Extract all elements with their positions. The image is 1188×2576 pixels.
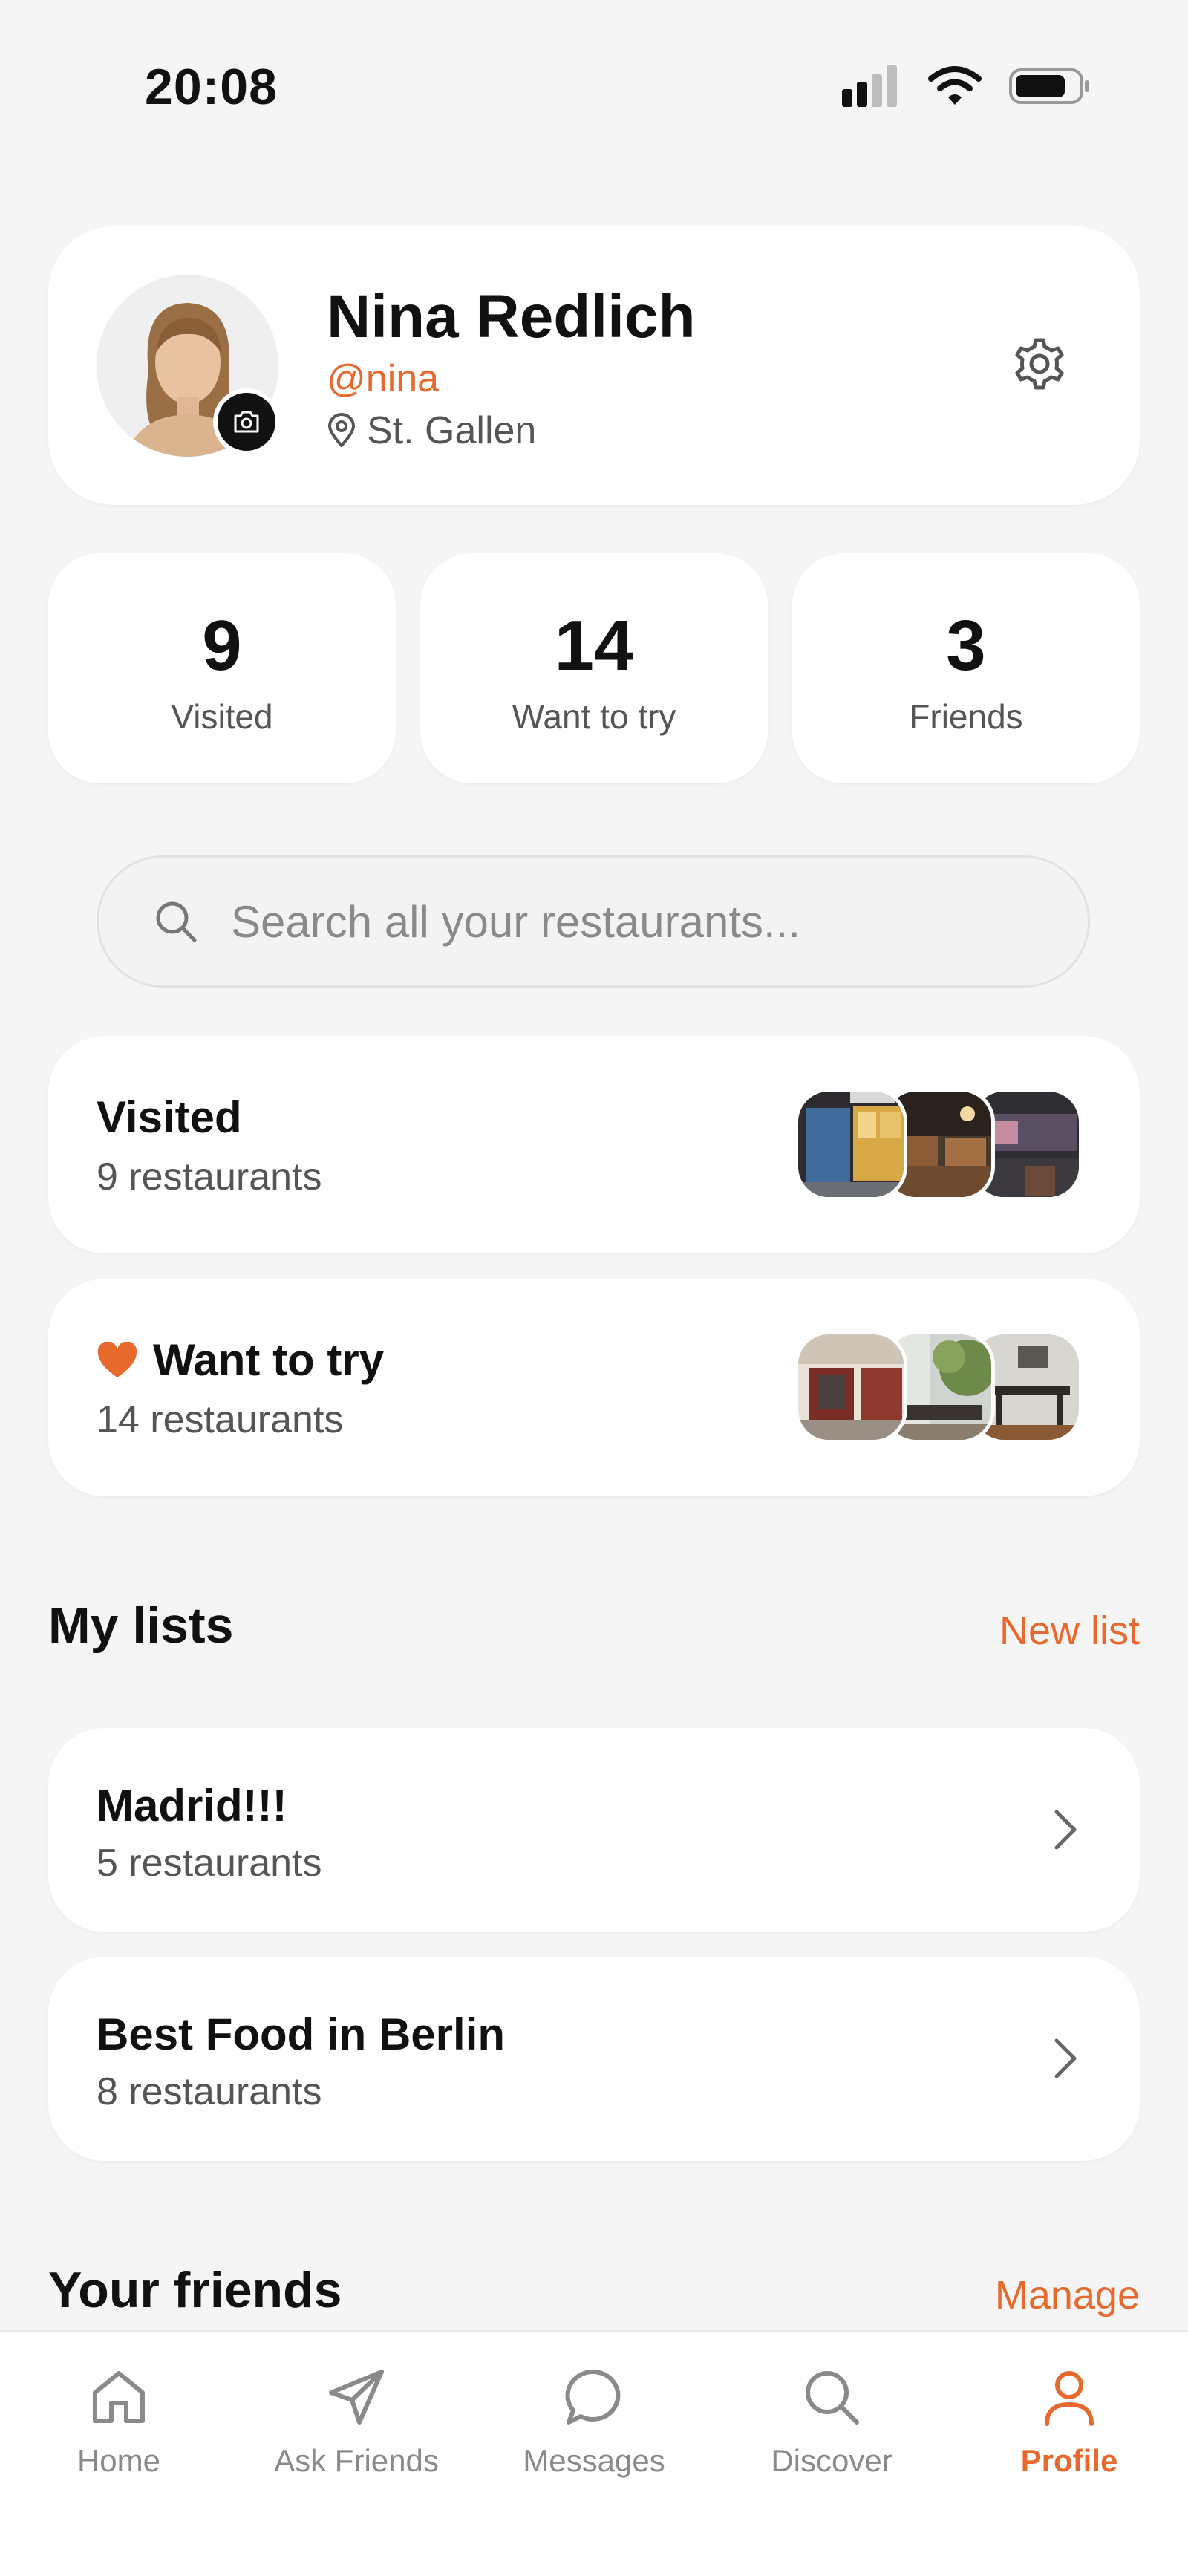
tab-bar: Home Ask Friends Messages Discover Profi…: [0, 2330, 1188, 2576]
status-icons: [842, 65, 1091, 107]
search-icon: [806, 2371, 859, 2425]
list-title: Madrid!!!: [97, 1781, 287, 1830]
collection-subtitle: 9 restaurants: [97, 1155, 322, 1199]
tab-label: Messages: [523, 2443, 665, 2478]
send-icon: [329, 2370, 384, 2425]
gear-icon: [1015, 338, 1064, 390]
stat-card-visited[interactable]: 9 Visited: [48, 553, 396, 783]
stat-label: Friends: [909, 697, 1023, 736]
thumbnail-stack: [794, 1088, 1084, 1201]
location-label: St. Gallen: [367, 409, 537, 452]
list-title: Best Food in Berlin: [97, 2009, 506, 2059]
tab-label: Profile: [1020, 2443, 1118, 2478]
settings-button[interactable]: [1010, 334, 1069, 394]
camera-icon[interactable]: [213, 388, 280, 455]
cellular-signal-icon: [842, 65, 897, 107]
search-bar[interactable]: [97, 855, 1090, 988]
your-friends-title: Your friends: [48, 2262, 342, 2318]
stat-value: 3: [946, 606, 986, 685]
collection-subtitle: 14 restaurants: [97, 1398, 344, 1441]
tab-label: Ask Friends: [274, 2443, 439, 2478]
stat-card-want-to-try[interactable]: 14 Want to try: [420, 553, 768, 783]
tab-label: Home: [76, 2443, 161, 2478]
search-icon: [156, 901, 197, 942]
list-subtitle: 8 restaurants: [97, 2070, 322, 2113]
visited-collection-card[interactable]: Visited 9 restaurants: [48, 1036, 1140, 1253]
my-lists-title: My lists: [48, 1597, 234, 1654]
stat-value: 9: [202, 606, 242, 685]
profile-card: Nina Redlich @nina St. Gallen: [48, 226, 1140, 505]
stat-label: Visited: [171, 697, 273, 736]
stat-label: Want to try: [512, 697, 676, 736]
search-input[interactable]: [229, 895, 1049, 948]
location-pin-icon: [328, 413, 355, 447]
chevron-right-icon: [1054, 2038, 1077, 2078]
restaurant-thumbnail: [794, 1088, 907, 1201]
wifi-icon: [928, 66, 982, 105]
new-list-button[interactable]: New list: [999, 1608, 1140, 1654]
heart-icon: [97, 1341, 137, 1377]
restaurant-thumbnail: [794, 1331, 907, 1444]
list-item-best-food-berlin[interactable]: Best Food in Berlin 8 restaurants: [48, 1957, 1140, 2161]
tab-profile[interactable]: Profile: [950, 2366, 1188, 2479]
status-bar: 20:08: [0, 0, 1188, 163]
home-icon: [93, 2371, 145, 2423]
collection-title: Want to try: [97, 1334, 384, 1386]
stat-value: 14: [554, 606, 634, 685]
collection-title: Visited: [97, 1092, 242, 1143]
manage-friends-button[interactable]: Manage: [995, 2272, 1140, 2318]
person-icon: [1045, 2371, 1094, 2426]
list-item-madrid[interactable]: Madrid!!! 5 restaurants: [48, 1728, 1140, 1932]
chat-bubble-icon: [565, 2369, 621, 2425]
tab-home[interactable]: Home: [0, 2366, 238, 2479]
list-subtitle: 5 restaurants: [97, 1842, 322, 1885]
want-to-try-collection-card[interactable]: Want to try 14 restaurants: [48, 1279, 1140, 1496]
battery-icon: [1009, 68, 1089, 104]
stat-card-friends[interactable]: 3 Friends: [792, 553, 1140, 783]
tab-label: Discover: [771, 2443, 892, 2478]
tab-ask-friends[interactable]: Ask Friends: [238, 2366, 475, 2479]
profile-location: St. Gallen: [327, 408, 536, 453]
thumbnail-stack: [794, 1331, 1084, 1444]
status-time: 20:08: [145, 59, 278, 115]
profile-name: Nina Redlich: [327, 283, 696, 350]
profile-handle: @nina: [327, 357, 440, 400]
tab-messages[interactable]: Messages: [475, 2366, 713, 2479]
collection-title-label: Visited: [97, 1092, 242, 1142]
collection-title-label: Want to try: [153, 1335, 385, 1385]
chevron-right-icon: [1054, 1810, 1077, 1850]
avatar-container[interactable]: [97, 275, 280, 457]
tab-discover[interactable]: Discover: [713, 2366, 950, 2479]
